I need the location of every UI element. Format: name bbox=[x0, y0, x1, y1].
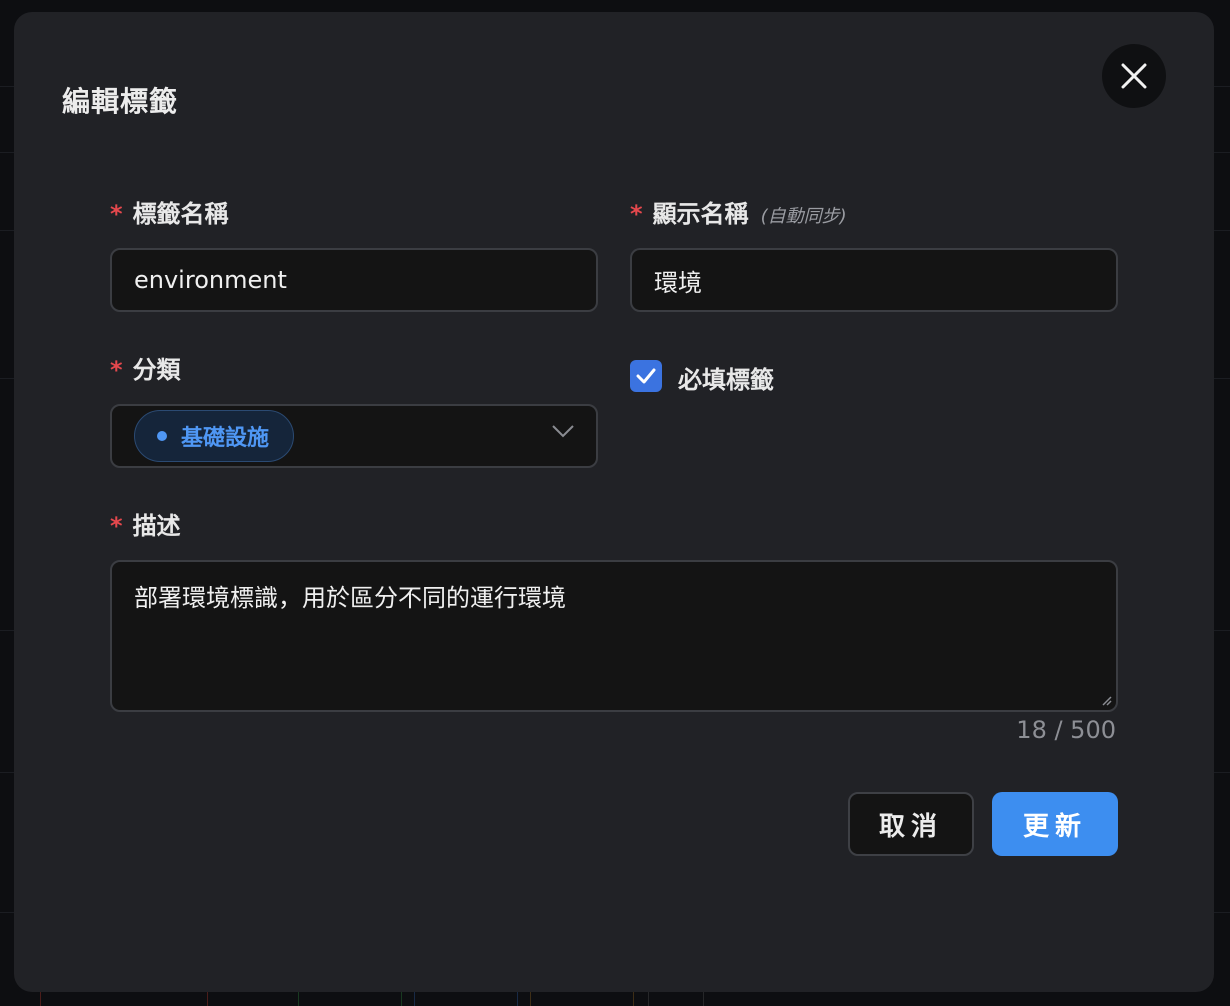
category-label: * 分類 bbox=[110, 350, 181, 385]
description-value: 部署環境標識，用於區分不同的運行環境 bbox=[134, 584, 566, 612]
required-mark: * bbox=[110, 200, 123, 228]
description-textarea[interactable]: 部署環境標識，用於區分不同的運行環境 bbox=[110, 560, 1118, 712]
required-tag-label[interactable]: 必填標籤 bbox=[678, 360, 774, 395]
character-counter: 18 / 500 bbox=[1016, 716, 1116, 744]
display-name-value: 環境 bbox=[654, 268, 702, 297]
required-mark: * bbox=[110, 512, 123, 540]
category-tag: 基礎設施 bbox=[134, 410, 295, 462]
resize-handle-icon[interactable] bbox=[1100, 694, 1112, 706]
required-tag-checkbox[interactable] bbox=[630, 360, 662, 392]
required-mark: * bbox=[630, 200, 643, 228]
description-label: * 描述 bbox=[110, 506, 181, 541]
close-icon bbox=[1121, 63, 1147, 89]
edit-tag-dialog: 編輯標籤 * 標籤名稱 environment * 顯示名稱 (自動同步) 環境… bbox=[14, 12, 1214, 992]
display-name-label-text: 顯示名稱 bbox=[652, 200, 749, 228]
category-tag-label: 基礎設施 bbox=[181, 426, 270, 451]
display-name-label: * 顯示名稱 (自動同步) bbox=[630, 194, 847, 229]
display-name-input[interactable]: 環境 bbox=[630, 248, 1118, 312]
update-button[interactable]: 更新 bbox=[992, 792, 1118, 856]
cancel-button[interactable]: 取消 bbox=[848, 792, 974, 856]
auto-sync-hint: (自動同步) bbox=[760, 206, 847, 227]
dialog-title: 編輯標籤 bbox=[62, 85, 179, 118]
tag-name-label-text: 標籤名稱 bbox=[132, 200, 229, 228]
tag-name-input[interactable]: environment bbox=[110, 248, 598, 312]
checkmark-icon bbox=[636, 368, 656, 384]
required-mark: * bbox=[110, 356, 123, 384]
category-select[interactable]: 基礎設施 bbox=[110, 404, 598, 468]
category-label-text: 分類 bbox=[132, 356, 181, 384]
close-button[interactable] bbox=[1102, 44, 1166, 108]
tag-name-label: * 標籤名稱 bbox=[110, 194, 229, 229]
category-dot bbox=[157, 431, 167, 441]
tag-name-value: environment bbox=[134, 266, 287, 294]
chevron-down-icon bbox=[552, 425, 574, 438]
description-label-text: 描述 bbox=[132, 512, 181, 540]
